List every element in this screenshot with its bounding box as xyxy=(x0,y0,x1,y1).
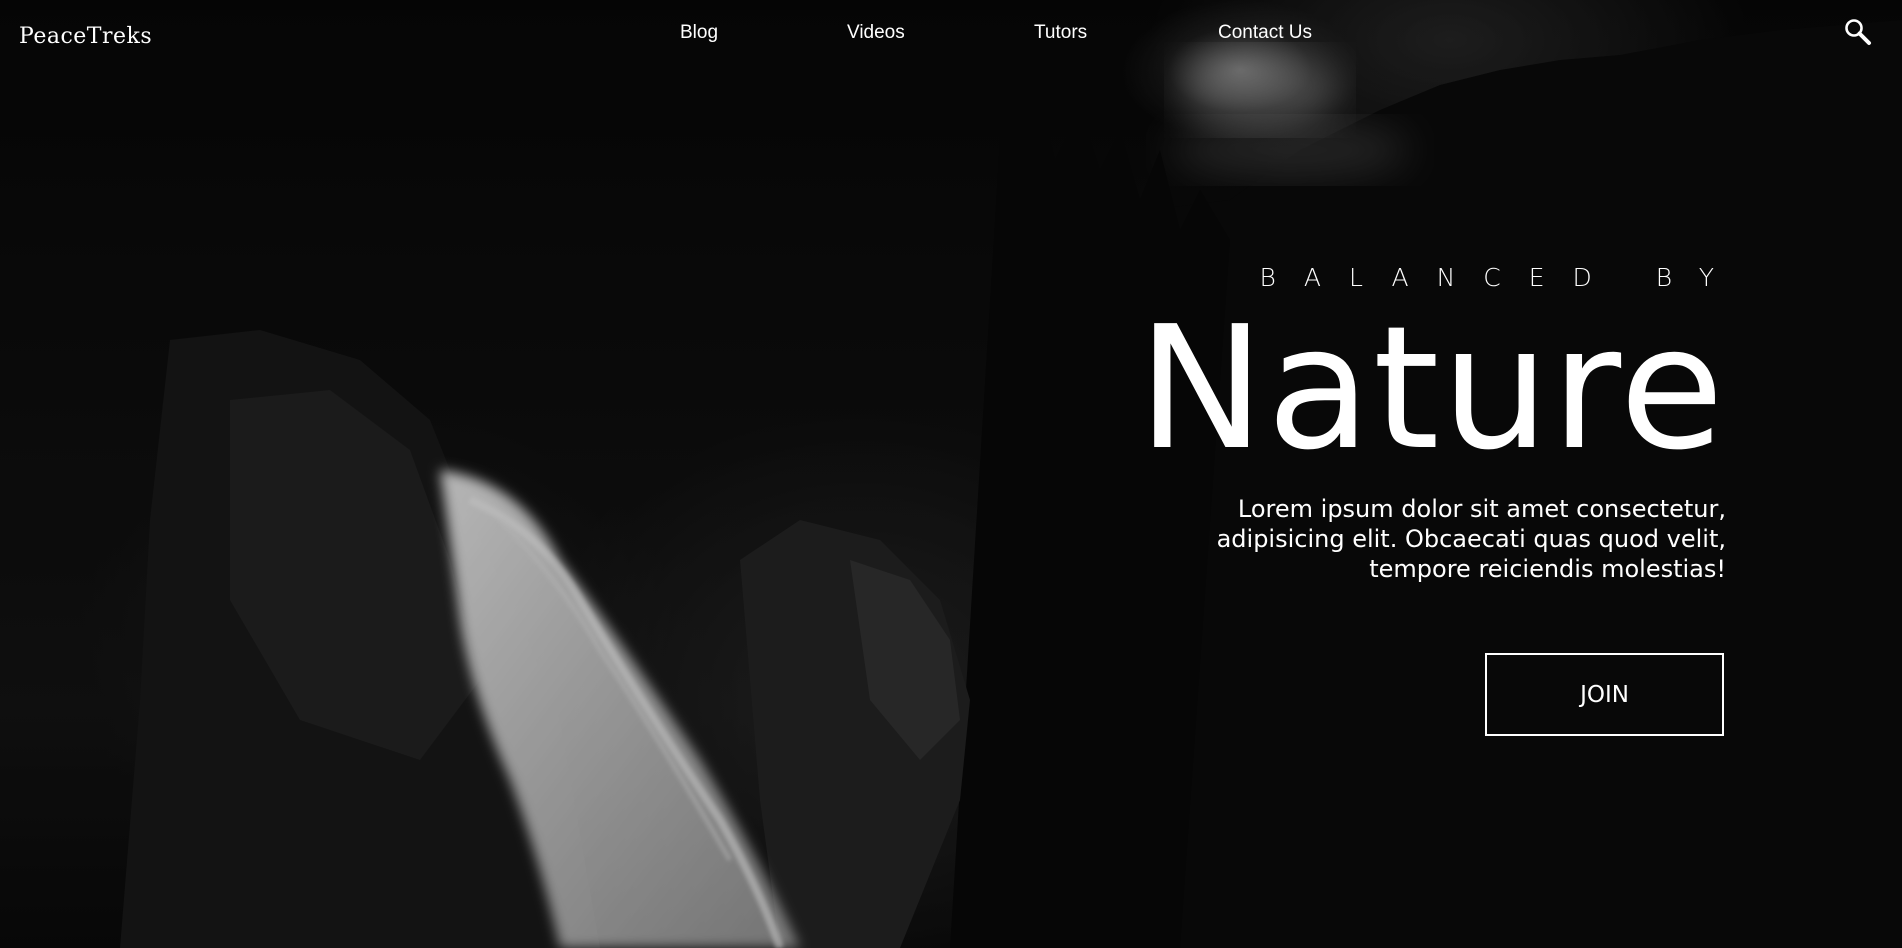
nav-item-blog[interactable]: Blog xyxy=(680,22,718,44)
join-button[interactable]: JOIN xyxy=(1485,653,1724,736)
hero-headline: Nature xyxy=(1137,290,1726,488)
nav-item-contact-us[interactable]: Contact Us xyxy=(1218,22,1312,44)
nav-item-videos[interactable]: Videos xyxy=(847,22,905,44)
landing-page: PeaceTreks Blog Videos Tutors Contact Us… xyxy=(0,0,1902,948)
nav-item-tutors[interactable]: Tutors xyxy=(1034,22,1087,44)
hero-tagline: BALANCED BY xyxy=(1259,263,1742,292)
main-nav: Blog Videos Tutors Contact Us xyxy=(0,22,1902,46)
search-icon[interactable] xyxy=(1843,17,1873,47)
hero-description: Lorem ipsum dolor sit amet consectetur, … xyxy=(1216,495,1726,583)
hero-section: BALANCED BY Nature Lorem ipsum dolor sit… xyxy=(1006,263,1727,584)
